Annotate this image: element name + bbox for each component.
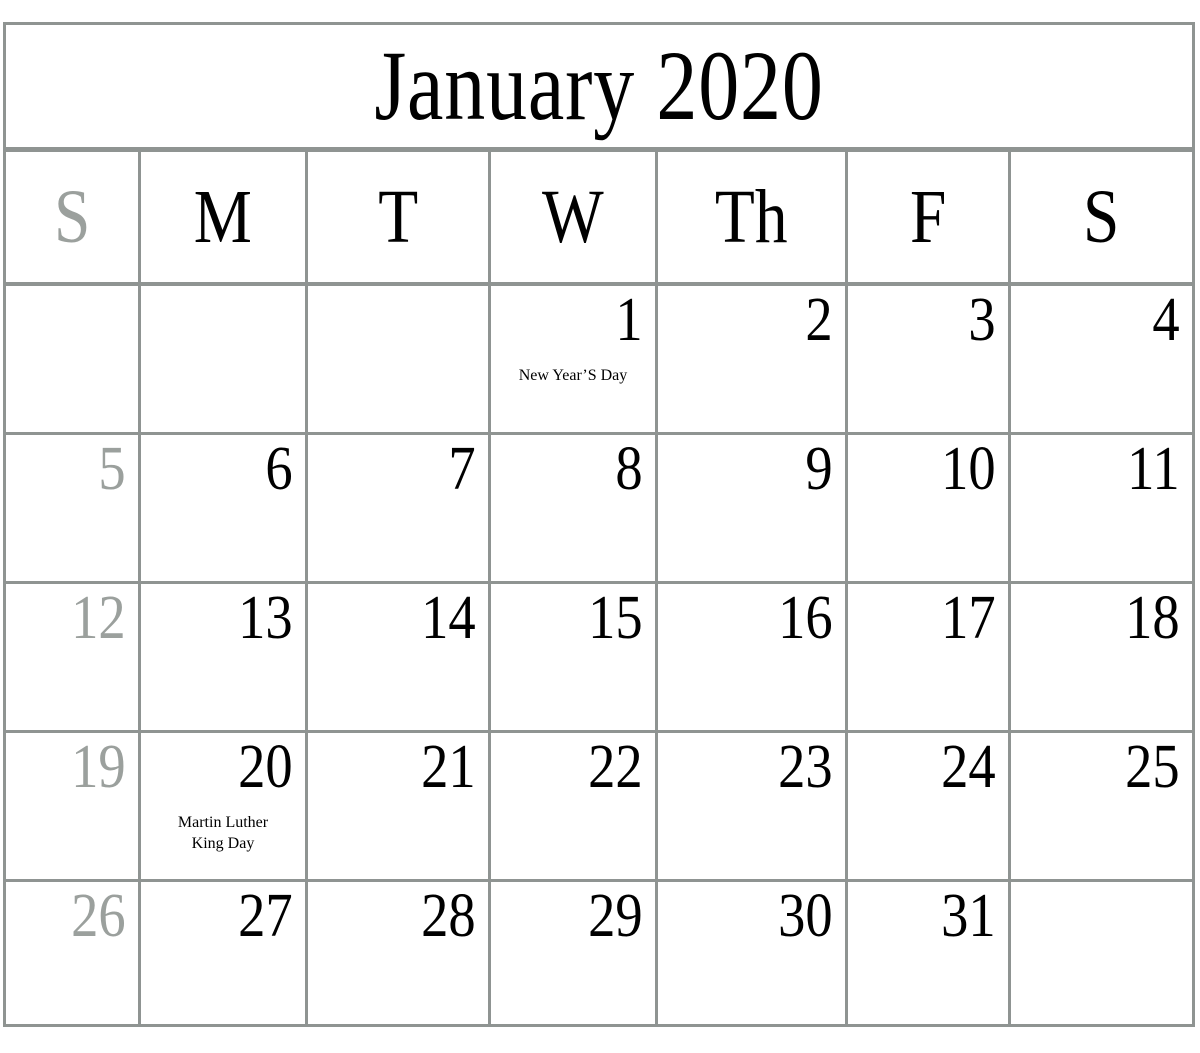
day-number: 26 xyxy=(71,882,126,950)
day-number: 10 xyxy=(941,435,996,503)
day-number: 29 xyxy=(588,882,643,950)
day-cell[interactable]: 5 xyxy=(6,435,141,581)
day-number: 2 xyxy=(805,286,833,354)
week-row: 19 20 Martin Luther King Day 21 22 23 24 … xyxy=(3,733,1195,882)
weekday-header-label: W xyxy=(542,175,604,259)
day-cell[interactable] xyxy=(308,286,491,432)
day-number: 20 xyxy=(238,733,293,801)
day-cell[interactable] xyxy=(141,286,308,432)
day-cell[interactable]: 11 xyxy=(1011,435,1192,581)
day-number: 13 xyxy=(238,584,293,652)
day-number: 28 xyxy=(421,882,476,950)
day-cell[interactable]: 1 New Year’S Day xyxy=(491,286,658,432)
day-number: 19 xyxy=(71,733,126,801)
day-number: 4 xyxy=(1152,286,1180,354)
day-number: 14 xyxy=(421,584,476,652)
day-number: 22 xyxy=(588,733,643,801)
week-row: 26 27 28 29 30 31 xyxy=(3,882,1195,1027)
day-cell[interactable]: 28 xyxy=(308,882,491,1024)
day-cell[interactable]: 18 xyxy=(1011,584,1192,730)
day-cell[interactable]: 14 xyxy=(308,584,491,730)
holiday-label: New Year’S Day xyxy=(518,367,628,385)
day-cell[interactable]: 3 xyxy=(848,286,1011,432)
weekday-header-thursday: Th xyxy=(658,152,848,282)
day-cell[interactable]: 30 xyxy=(658,882,848,1024)
weekday-header-label: T xyxy=(378,175,418,259)
day-cell[interactable]: 15 xyxy=(491,584,658,730)
day-cell[interactable]: 29 xyxy=(491,882,658,1024)
day-cell[interactable]: 12 xyxy=(6,584,141,730)
day-cell[interactable]: 19 xyxy=(6,733,141,879)
day-cell[interactable]: 13 xyxy=(141,584,308,730)
day-number: 5 xyxy=(98,435,126,503)
weekday-header-wednesday: W xyxy=(491,152,658,282)
weekday-header-sunday: S xyxy=(6,152,141,282)
day-cell[interactable] xyxy=(1011,882,1192,1024)
day-number: 6 xyxy=(265,435,293,503)
weekday-header-monday: M xyxy=(141,152,308,282)
calendar: January 2020 S M T W Th F S 1 New Year’S … xyxy=(3,22,1195,1027)
day-cell[interactable]: 20 Martin Luther King Day xyxy=(141,733,308,879)
day-number: 9 xyxy=(805,435,833,503)
day-number: 7 xyxy=(448,435,476,503)
day-number: 3 xyxy=(968,286,996,354)
day-cell[interactable] xyxy=(6,286,141,432)
day-number: 11 xyxy=(1127,435,1180,503)
day-cell[interactable]: 6 xyxy=(141,435,308,581)
day-cell[interactable]: 17 xyxy=(848,584,1011,730)
day-cell[interactable]: 22 xyxy=(491,733,658,879)
day-cell[interactable]: 31 xyxy=(848,882,1011,1024)
day-number: 23 xyxy=(778,733,833,801)
day-number: 1 xyxy=(615,286,643,354)
day-cell[interactable]: 7 xyxy=(308,435,491,581)
day-number: 25 xyxy=(1125,733,1180,801)
day-number: 24 xyxy=(941,733,996,801)
day-number: 16 xyxy=(778,584,833,652)
calendar-title-bar: January 2020 xyxy=(3,22,1195,152)
day-cell[interactable]: 2 xyxy=(658,286,848,432)
day-number: 17 xyxy=(941,584,996,652)
week-row: 5 6 7 8 9 10 11 xyxy=(3,435,1195,584)
day-cell[interactable]: 23 xyxy=(658,733,848,879)
day-cell[interactable]: 24 xyxy=(848,733,1011,879)
weekday-header-label: S xyxy=(53,175,91,259)
day-number: 30 xyxy=(778,882,833,950)
day-cell[interactable]: 26 xyxy=(6,882,141,1024)
weekday-header-label: Th xyxy=(715,175,788,259)
page-title: January 2020 xyxy=(374,30,824,141)
weekday-header-friday: F xyxy=(848,152,1011,282)
holiday-label: Martin Luther King Day xyxy=(177,814,269,852)
weekday-header-row: S M T W Th F S xyxy=(3,152,1195,286)
day-number: 21 xyxy=(421,733,476,801)
week-row: 1 New Year’S Day 2 3 4 xyxy=(3,286,1195,435)
day-cell[interactable]: 25 xyxy=(1011,733,1192,879)
day-number: 27 xyxy=(238,882,293,950)
day-cell[interactable]: 9 xyxy=(658,435,848,581)
weekday-header-tuesday: T xyxy=(308,152,491,282)
day-number: 12 xyxy=(71,584,126,652)
day-number: 31 xyxy=(941,882,996,950)
day-cell[interactable]: 21 xyxy=(308,733,491,879)
week-row: 12 13 14 15 16 17 18 xyxy=(3,584,1195,733)
day-cell[interactable]: 10 xyxy=(848,435,1011,581)
day-number: 8 xyxy=(615,435,643,503)
weekday-header-label: M xyxy=(193,175,253,259)
weekday-header-saturday: S xyxy=(1011,152,1192,282)
day-cell[interactable]: 4 xyxy=(1011,286,1192,432)
day-cell[interactable]: 27 xyxy=(141,882,308,1024)
day-cell[interactable]: 8 xyxy=(491,435,658,581)
weekday-header-label: F xyxy=(909,175,947,259)
day-cell[interactable]: 16 xyxy=(658,584,848,730)
day-number: 15 xyxy=(588,584,643,652)
weekday-header-label: S xyxy=(1083,175,1120,259)
day-number: 18 xyxy=(1125,584,1180,652)
